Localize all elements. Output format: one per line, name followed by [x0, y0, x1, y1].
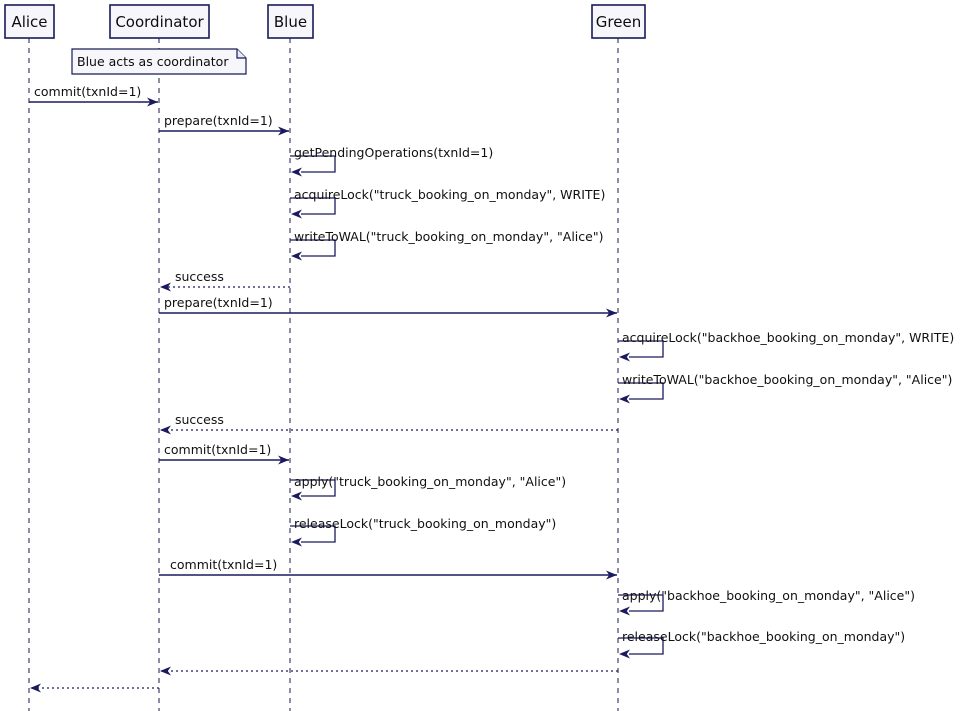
- message-m11[interactable]: commit(txnId=1): [159, 442, 289, 465]
- message-label: success: [175, 269, 224, 284]
- message-m05[interactable]: writeToWAL("truck_booking_on_monday", "A…: [290, 229, 603, 261]
- sequence-diagram-canvas: commit(txnId=1) prepare(txnId=1) getPendin…: [0, 0, 963, 711]
- message-label: acquireLock("backhoe_booking_on_monday",…: [622, 330, 954, 345]
- arrow-head-icon: [619, 650, 630, 659]
- actor-boxes-layer: Alice Coordinator Blue Green: [5, 5, 645, 38]
- message-label: commit(txnId=1): [170, 557, 277, 572]
- message-label: prepare(txnId=1): [164, 113, 273, 128]
- message-label: releaseLock("backhoe_booking_on_monday"): [622, 629, 905, 644]
- message-m07[interactable]: prepare(txnId=1): [159, 295, 617, 318]
- message-m04[interactable]: acquireLock("truck_booking_on_monday", W…: [290, 187, 605, 219]
- message-m06[interactable]: success: [160, 269, 290, 292]
- arrow-head-icon: [291, 492, 302, 501]
- arrow-head-icon: [619, 395, 630, 404]
- message-m13[interactable]: releaseLock("truck_booking_on_monday"): [290, 516, 556, 547]
- message-m17[interactable]: [160, 667, 618, 676]
- message-label: releaseLock("truck_booking_on_monday"): [294, 516, 556, 531]
- message-m14[interactable]: commit(txnId=1): [159, 557, 617, 580]
- participant-coordinator[interactable]: Coordinator: [110, 5, 209, 38]
- messages-layer: commit(txnId=1) prepare(txnId=1) getPendin…: [29, 84, 954, 693]
- message-m15[interactable]: apply("backhoe_booking_on_monday", "Alic…: [618, 588, 915, 616]
- participant-green[interactable]: Green: [592, 5, 645, 38]
- participant-alice[interactable]: Alice: [5, 5, 54, 38]
- lifelines-layer: [29, 38, 618, 711]
- arrow-head-icon: [291, 168, 302, 177]
- arrow-head-icon: [160, 426, 171, 435]
- message-m01[interactable]: commit(txnId=1): [29, 84, 158, 107]
- message-m02[interactable]: prepare(txnId=1): [159, 113, 289, 136]
- message-label: writeToWAL("truck_booking_on_monday", "A…: [294, 229, 603, 244]
- arrow-head-icon: [619, 607, 630, 616]
- message-m03[interactable]: getPendingOperations(txnId=1): [290, 145, 493, 177]
- arrow-head-icon: [291, 210, 302, 219]
- message-label: acquireLock("truck_booking_on_monday", W…: [294, 187, 605, 202]
- note-blue-coordinator: Blue acts as coordinator: [72, 49, 246, 74]
- message-label: success: [175, 412, 224, 427]
- message-label: commit(txnId=1): [34, 84, 141, 99]
- message-m16[interactable]: releaseLock("backhoe_booking_on_monday"): [618, 629, 905, 659]
- message-label: writeToWAL("backhoe_booking_on_monday", …: [622, 372, 952, 387]
- message-label: getPendingOperations(txnId=1): [294, 145, 493, 160]
- participant-label-green: Green: [596, 13, 641, 31]
- message-label: apply("truck_booking_on_monday", "Alice"…: [294, 474, 566, 489]
- participant-blue[interactable]: Blue: [268, 5, 313, 38]
- arrow-head-icon: [30, 684, 41, 693]
- message-m18[interactable]: [30, 684, 159, 693]
- notes-layer: Blue acts as coordinator: [72, 49, 246, 74]
- participant-label-coordinator: Coordinator: [115, 13, 204, 31]
- message-m08[interactable]: acquireLock("backhoe_booking_on_monday",…: [618, 330, 954, 362]
- message-m09[interactable]: writeToWAL("backhoe_booking_on_monday", …: [618, 372, 952, 404]
- message-label: prepare(txnId=1): [164, 295, 273, 310]
- sequence-diagram-svg: commit(txnId=1) prepare(txnId=1) getPendin…: [0, 0, 963, 711]
- note-text: Blue acts as coordinator: [77, 54, 229, 69]
- arrow-head-icon: [291, 252, 302, 261]
- arrow-head-icon: [160, 667, 171, 676]
- message-m10[interactable]: success: [160, 412, 618, 435]
- arrow-head-icon: [291, 538, 302, 547]
- message-m12[interactable]: apply("truck_booking_on_monday", "Alice"…: [290, 474, 566, 501]
- message-label: commit(txnId=1): [164, 442, 271, 457]
- participant-label-blue: Blue: [274, 13, 307, 31]
- message-label: apply("backhoe_booking_on_monday", "Alic…: [622, 588, 915, 603]
- participant-label-alice: Alice: [11, 13, 47, 31]
- arrow-head-icon: [619, 353, 630, 362]
